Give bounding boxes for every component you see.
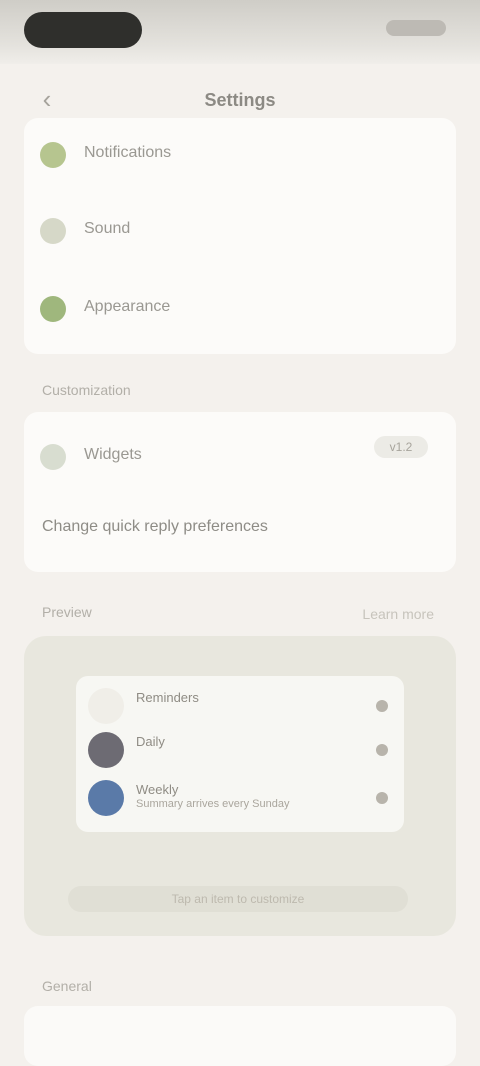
grid-icon [40, 444, 66, 470]
section-label-customization: Customization [42, 382, 131, 398]
learn-more-link[interactable]: Learn more [362, 606, 434, 622]
list-item-title: Reminders [136, 690, 199, 705]
settings-card-top: Notifications Sound Appearance [24, 118, 456, 354]
list-item[interactable]: Daily [88, 732, 388, 768]
section-label-general: General [42, 978, 92, 994]
preview-note: Tap an item to customize [68, 886, 408, 912]
row-notifications[interactable]: Notifications [24, 130, 456, 178]
list-item[interactable]: Reminders [88, 688, 388, 724]
more-icon[interactable] [376, 700, 388, 712]
avatar [88, 780, 124, 816]
settings-card-general [24, 1006, 456, 1066]
bell-icon [40, 142, 66, 168]
speaker-icon [40, 218, 66, 244]
row-appearance-label: Appearance [84, 298, 171, 315]
hint-text: Change quick reply preferences [42, 518, 268, 535]
preview-box: Reminders Daily Weekly Summary arrives e… [24, 636, 456, 936]
preview-inner-card: Reminders Daily Weekly Summary arrives e… [76, 676, 404, 832]
avatar [88, 688, 124, 724]
status-bar [0, 0, 480, 64]
row-widgets-label: Widgets [84, 446, 142, 463]
list-item[interactable]: Weekly Summary arrives every Sunday [88, 780, 388, 816]
avatar [88, 732, 124, 768]
list-item-subtitle: Summary arrives every Sunday [136, 798, 290, 810]
version-badge: v1.2 [374, 436, 428, 458]
dynamic-island [24, 12, 142, 48]
list-item-title: Weekly [136, 782, 179, 797]
row-appearance[interactable]: Appearance [24, 284, 456, 332]
more-icon[interactable] [376, 792, 388, 804]
row-sound-label: Sound [84, 220, 131, 237]
status-icons [386, 20, 446, 36]
palette-icon [40, 296, 66, 322]
page-title: Settings [204, 90, 276, 110]
list-item-title: Daily [136, 734, 165, 749]
section-label-preview: Preview [42, 604, 92, 620]
more-icon[interactable] [376, 744, 388, 756]
row-sound[interactable]: Sound [24, 206, 456, 254]
row-notifications-label: Notifications [84, 144, 172, 161]
